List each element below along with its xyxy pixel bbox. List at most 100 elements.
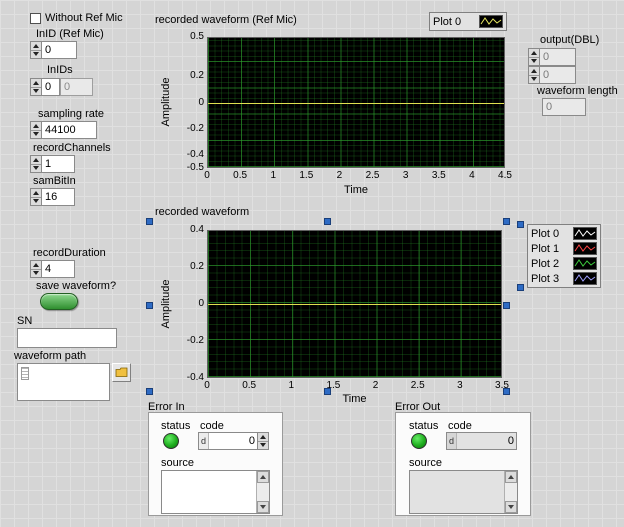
labview-front-panel: Without Ref Mic InID (Ref Mic) 0 InIDs 0…: [0, 0, 624, 527]
inid-label: InID (Ref Mic): [36, 28, 104, 40]
increment-icon[interactable]: [529, 67, 539, 76]
selection-handle[interactable]: [146, 302, 153, 309]
y-tick-label: -0.2: [150, 123, 204, 135]
radix-indicator: d: [447, 433, 457, 449]
waveform-length-indicator: 0: [542, 98, 586, 116]
legend-item[interactable]: Plot 0: [433, 14, 503, 29]
decrement-icon[interactable]: [31, 270, 41, 278]
scroll-up-icon[interactable]: [505, 471, 517, 483]
legend-label: Plot 0: [433, 16, 461, 28]
error-in-code-control[interactable]: d 0: [198, 432, 269, 450]
checkbox-label: Without Ref Mic: [45, 12, 123, 24]
code-label: code: [200, 420, 224, 432]
scrollbar[interactable]: [256, 471, 269, 513]
x-tick-label: 1: [256, 170, 290, 182]
decrement-icon[interactable]: [529, 58, 539, 66]
error-out-source-indicator: [409, 470, 518, 514]
legend-item[interactable]: Plot 0: [531, 226, 597, 241]
sampling-rate-field[interactable]: 44100: [41, 121, 97, 139]
save-waveform-label: save waveform?: [36, 280, 116, 292]
sn-input[interactable]: [17, 328, 117, 348]
record-duration-field[interactable]: 4: [41, 260, 75, 278]
x-tick-label: 1.5: [316, 380, 350, 392]
x-tick-label: 3: [443, 380, 477, 392]
error-in-source-control[interactable]: [161, 470, 270, 514]
increment-icon[interactable]: [31, 42, 41, 51]
decrement-icon[interactable]: [529, 76, 539, 84]
error-out-code-indicator: d 0: [446, 432, 517, 450]
record-channels-field[interactable]: 1: [41, 155, 75, 173]
graph-title: recorded waveform (Ref Mic): [155, 14, 297, 26]
scroll-down-icon[interactable]: [505, 501, 517, 513]
source-label: source: [409, 457, 442, 469]
sam-bit-in-field[interactable]: 16: [41, 188, 75, 206]
legend-item[interactable]: Plot 1: [531, 241, 597, 256]
inids-element-field[interactable]: 0: [60, 78, 93, 96]
scrollbar[interactable]: [504, 471, 517, 513]
increment-icon[interactable]: [31, 79, 41, 88]
source-label: source: [161, 457, 194, 469]
increment-icon[interactable]: [31, 189, 41, 198]
x-tick-label: 2: [322, 170, 356, 182]
y-tick-label: 0: [150, 298, 204, 310]
sam-bit-in-label: samBitIn: [33, 175, 76, 187]
x-tick-label: 2: [359, 380, 393, 392]
decrement-icon[interactable]: [258, 442, 268, 450]
legend-label: Plot 2: [531, 258, 559, 270]
plot-legend[interactable]: Plot 0Plot 1 Plot 2 Plot 3: [527, 224, 601, 288]
selection-handle[interactable]: [517, 284, 524, 291]
legend-item[interactable]: Plot 3: [531, 271, 597, 286]
code-label: code: [448, 420, 472, 432]
output-dbl-label: output(DBL): [540, 34, 599, 46]
legend-item[interactable]: Plot 2: [531, 256, 597, 271]
selection-handle[interactable]: [324, 218, 331, 225]
status-label: status: [409, 420, 438, 432]
waveform-trace: [208, 304, 501, 305]
increment-icon[interactable]: [31, 122, 41, 131]
selection-handle[interactable]: [146, 218, 153, 225]
waveform-path-label: waveform path: [14, 350, 86, 362]
save-waveform-button[interactable]: [40, 293, 78, 310]
decrement-icon[interactable]: [31, 198, 41, 206]
decrement-icon[interactable]: [31, 165, 41, 173]
selection-handle[interactable]: [503, 388, 510, 395]
error-in-status-led: [163, 433, 179, 449]
checkbox-box-icon[interactable]: [30, 13, 41, 24]
plot-style-icon: [573, 227, 597, 240]
selection-handle[interactable]: [517, 221, 524, 228]
radix-indicator: d: [199, 433, 209, 449]
legend-label: Plot 3: [531, 273, 559, 285]
y-tick-label: 0.2: [150, 261, 204, 273]
decrement-icon[interactable]: [31, 51, 41, 59]
browse-button[interactable]: [112, 363, 131, 382]
inid-field[interactable]: 0: [41, 41, 77, 59]
plot-style-icon: [573, 257, 597, 270]
waveform-length-label: waveform length: [537, 85, 618, 97]
waveform-graph-ref-mic: recorded waveform (Ref Mic) Plot 0 Ampli…: [150, 10, 512, 202]
selection-handle[interactable]: [146, 388, 153, 395]
x-axis-label: Time: [207, 393, 502, 405]
sam-bit-in-spinner: [30, 188, 41, 206]
waveform-length-field: 0: [542, 98, 586, 116]
plot-legend[interactable]: Plot 0: [429, 12, 507, 31]
error-in-code-value[interactable]: 0: [209, 433, 257, 449]
error-in-code-spinner: [257, 433, 268, 449]
selection-handle[interactable]: [503, 218, 510, 225]
scroll-down-icon[interactable]: [257, 501, 269, 513]
inid-control: 0: [30, 41, 77, 59]
increment-icon[interactable]: [31, 156, 41, 165]
scroll-up-icon[interactable]: [257, 471, 269, 483]
decrement-icon[interactable]: [31, 88, 41, 96]
waveform-path-input[interactable]: [17, 363, 110, 401]
selection-handle[interactable]: [324, 388, 331, 395]
selection-handle[interactable]: [503, 302, 510, 309]
increment-icon[interactable]: [529, 49, 539, 58]
waveform-graph: recorded waveform Amplitude Time 0.40.20…: [150, 204, 512, 408]
increment-icon[interactable]: [258, 433, 268, 442]
increment-icon[interactable]: [31, 261, 41, 270]
error-in-cluster: status code d 0 source: [148, 412, 283, 516]
decrement-icon[interactable]: [31, 131, 41, 139]
sam-bit-in-control: 16: [30, 188, 75, 206]
inids-index-field[interactable]: 0: [41, 78, 60, 96]
without-ref-mic-checkbox[interactable]: Without Ref Mic: [30, 12, 123, 24]
